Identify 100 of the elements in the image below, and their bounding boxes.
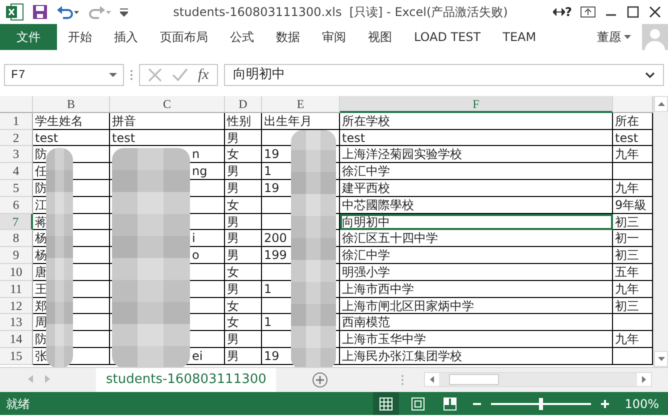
- table-cell[interactable]: 男: [225, 214, 262, 230]
- scroll-down-button[interactable]: [654, 351, 668, 367]
- close-icon[interactable]: [648, 5, 662, 19]
- table-cell[interactable]: 男: [225, 331, 262, 348]
- active-cell[interactable]: 向明初中: [340, 214, 613, 230]
- ribbon-tab[interactable]: 公式: [219, 24, 265, 50]
- table-cell[interactable]: 明强小学: [340, 264, 613, 281]
- table-cell[interactable]: 学生姓名: [33, 112, 110, 130]
- dots-handle-icon[interactable]: [401, 374, 404, 386]
- scroll-up-button[interactable]: [654, 96, 668, 112]
- table-cell[interactable]: [262, 331, 340, 348]
- user-menu[interactable]: 董愿: [586, 24, 642, 50]
- expand-caret-icon[interactable]: [645, 72, 655, 78]
- table-cell[interactable]: 西南模范: [340, 314, 613, 332]
- table-cell[interactable]: [110, 314, 225, 332]
- normal-view-button[interactable]: [372, 392, 399, 415]
- row-header[interactable]: 12: [0, 298, 33, 314]
- table-cell[interactable]: 男: [225, 280, 262, 298]
- table-cell[interactable]: [110, 196, 225, 214]
- check-icon[interactable]: [172, 68, 188, 82]
- ribbon-tab[interactable]: 开始: [57, 24, 103, 50]
- row-header[interactable]: 1: [0, 112, 33, 130]
- row-header[interactable]: 6: [0, 196, 33, 214]
- table-cell[interactable]: 所在学校: [340, 112, 613, 130]
- table-cell[interactable]: 男: [225, 247, 262, 264]
- table-cell[interactable]: [262, 214, 340, 230]
- table-cell[interactable]: 上海市玉华中学: [340, 331, 613, 348]
- table-cell[interactable]: 建平西校: [340, 180, 613, 197]
- row-header[interactable]: 15: [0, 348, 33, 365]
- help-button[interactable]: ?: [553, 3, 572, 21]
- table-cell[interactable]: 郑: [33, 298, 110, 314]
- row-header[interactable]: 11: [0, 280, 33, 298]
- zoom-level[interactable]: 100%: [624, 394, 659, 412]
- table-cell[interactable]: 江: [33, 196, 110, 214]
- file-tab[interactable]: 文件: [0, 24, 57, 50]
- table-cell[interactable]: 女: [225, 314, 262, 332]
- row-header[interactable]: 9: [0, 247, 33, 264]
- row-header[interactable]: 8: [0, 230, 33, 248]
- table-cell[interactable]: 上海洋泾菊园实验学校: [340, 146, 613, 164]
- table-cell[interactable]: [262, 130, 340, 146]
- table-cell[interactable]: 性别: [225, 112, 262, 130]
- table-cell[interactable]: i: [110, 230, 225, 248]
- table-cell[interactable]: [110, 264, 225, 281]
- table-cell[interactable]: [262, 264, 340, 281]
- table-cell[interactable]: 男: [225, 230, 262, 248]
- formula-field[interactable]: 向明初中: [224, 64, 664, 86]
- table-cell[interactable]: [110, 214, 225, 230]
- table-cell[interactable]: ng: [110, 163, 225, 180]
- vertical-scrollbar[interactable]: [653, 96, 668, 367]
- customize-caret-icon[interactable]: [120, 7, 128, 17]
- ribbon-tab[interactable]: 审阅: [311, 24, 357, 50]
- table-cell[interactable]: 徐汇中学: [340, 163, 613, 180]
- table-cell[interactable]: 女: [225, 146, 262, 164]
- ribbon-tab[interactable]: LOAD TEST: [403, 24, 492, 50]
- table-cell[interactable]: 王: [33, 280, 110, 298]
- row-header[interactable]: 2: [0, 130, 33, 146]
- maximize-icon[interactable]: [626, 5, 640, 19]
- column-header[interactable]: B: [33, 96, 110, 113]
- table-cell[interactable]: n: [110, 146, 225, 164]
- table-cell[interactable]: 19: [262, 146, 340, 164]
- table-cell[interactable]: 男: [225, 130, 262, 146]
- column-header[interactable]: D: [225, 96, 262, 113]
- dots-handle-icon[interactable]: [130, 69, 133, 81]
- table-cell[interactable]: 拼音: [110, 112, 225, 130]
- table-cell[interactable]: 19: [262, 180, 340, 197]
- table-cell[interactable]: 1: [262, 314, 340, 332]
- ribbon-tab[interactable]: 视图: [357, 24, 403, 50]
- table-cell[interactable]: 防: [33, 180, 110, 197]
- ribbon-display-icon[interactable]: [580, 6, 596, 18]
- table-cell[interactable]: 防: [33, 146, 110, 164]
- table-cell[interactable]: [262, 298, 340, 314]
- add-sheet-icon[interactable]: [312, 372, 328, 388]
- table-cell[interactable]: [110, 298, 225, 314]
- table-cell[interactable]: 女: [225, 264, 262, 281]
- table-cell[interactable]: 周: [33, 314, 110, 332]
- table-cell[interactable]: 男: [225, 180, 262, 197]
- table-cell[interactable]: 1: [262, 163, 340, 180]
- ribbon-tab[interactable]: 数据: [265, 24, 311, 50]
- table-cell[interactable]: test: [110, 130, 225, 146]
- insert-function-button[interactable]: fx: [198, 64, 209, 86]
- table-cell[interactable]: 中芯國際學校: [340, 196, 613, 214]
- table-cell[interactable]: 蒋: [33, 214, 110, 230]
- table-cell[interactable]: o: [110, 247, 225, 264]
- ribbon-tab[interactable]: 页面布局: [149, 24, 219, 50]
- table-cell[interactable]: 200: [262, 230, 340, 248]
- ribbon-tab[interactable]: TEAM: [492, 24, 548, 50]
- table-cell[interactable]: [110, 331, 225, 348]
- table-cell[interactable]: ei: [110, 348, 225, 365]
- table-cell[interactable]: 1: [262, 280, 340, 298]
- table-cell[interactable]: 张: [33, 348, 110, 365]
- column-header[interactable]: E: [262, 96, 340, 113]
- undo-icon[interactable]: [56, 4, 80, 20]
- table-cell[interactable]: 女: [225, 196, 262, 214]
- scroll-thumb[interactable]: [449, 374, 499, 385]
- table-cell[interactable]: test: [33, 130, 110, 146]
- table-cell[interactable]: 防: [33, 331, 110, 348]
- table-cell[interactable]: 男: [225, 163, 262, 180]
- table-cell[interactable]: 男: [225, 348, 262, 365]
- horizontal-scrollbar[interactable]: [424, 372, 652, 387]
- row-header[interactable]: 4: [0, 163, 33, 180]
